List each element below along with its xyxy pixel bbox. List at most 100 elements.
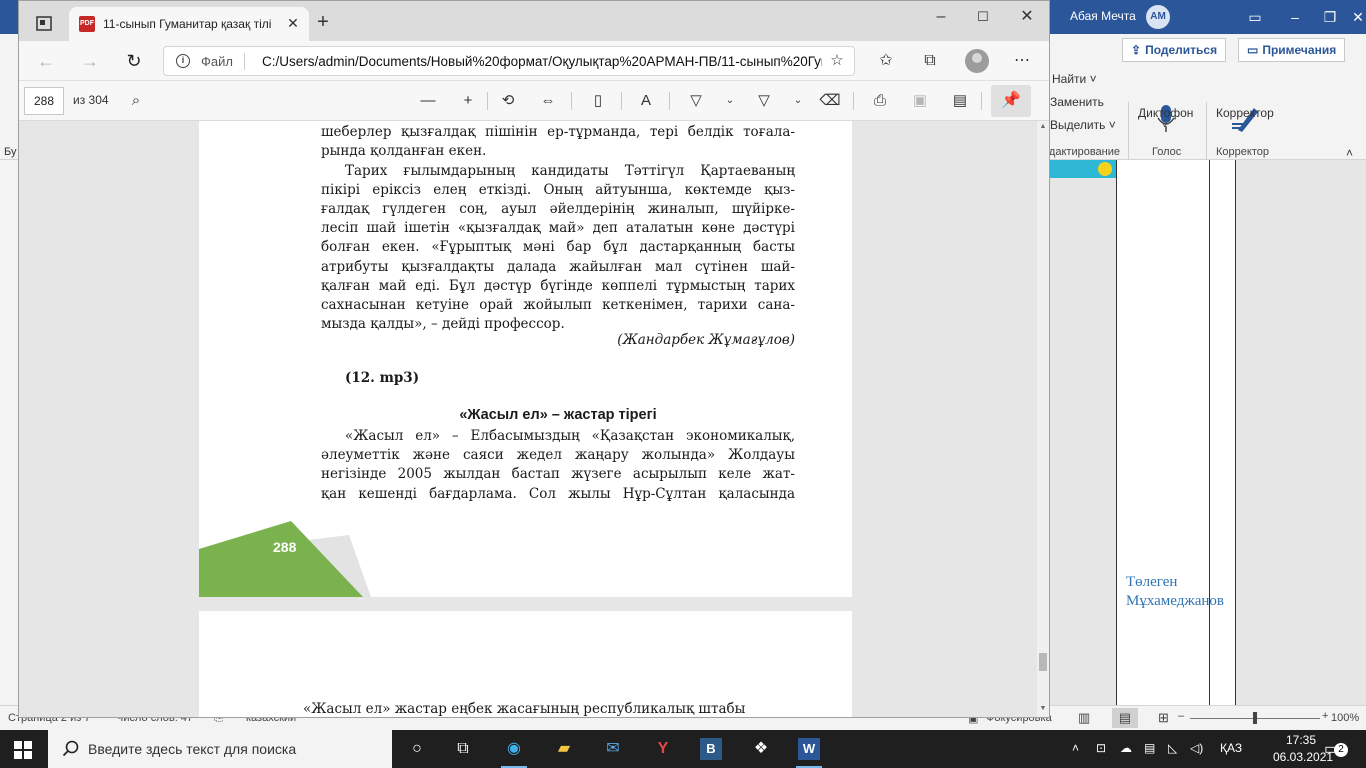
find-button[interactable]: Найти ˅ (1052, 72, 1097, 86)
edge-window: PDF 11-сынып Гуманитар қазақ тілі ✕ + – … (18, 0, 1050, 718)
read-aloud-icon[interactable]: A (635, 90, 657, 112)
text-line: «Жасыл ел» – Елбасымыздың «Қазақстан эко… (345, 428, 795, 444)
save-icon[interactable]: ▣ (909, 90, 931, 112)
read-mode-icon[interactable]: ▥ (1078, 710, 1090, 726)
profile-avatar[interactable] (965, 49, 989, 73)
select-button[interactable]: Выделить ˅ (1050, 118, 1116, 132)
zoom-in-icon[interactable]: + (1322, 710, 1328, 722)
word-ribbon-display-icon[interactable]: ▭ (1245, 7, 1265, 27)
file-explorer-icon[interactable]: ▰ (547, 734, 581, 764)
text-line: пікірі еріксіз елең еткізді. Оның айтуын… (321, 181, 795, 198)
app-b-icon[interactable]: B (694, 734, 728, 764)
windows-start-icon[interactable] (14, 741, 32, 759)
clock-date[interactable]: 06.03.2021 (1273, 750, 1333, 764)
onedrive-icon[interactable]: ☁ (1120, 741, 1132, 755)
pdf-viewer[interactable]: шеберлер қызғалдақ пішінін ер-тұрманда, … (19, 121, 1049, 717)
close-tab-icon[interactable]: ✕ (285, 15, 301, 31)
tray-app-icon[interactable]: ▤ (1144, 741, 1155, 755)
toolbar-separator (853, 92, 854, 110)
print-icon[interactable]: ⎙ (869, 90, 891, 112)
network-icon[interactable]: ◺ (1168, 741, 1177, 755)
highlight-icon[interactable]: ▽ (753, 90, 775, 112)
mail-icon[interactable]: ✉ (596, 734, 630, 764)
share-icon: ⇪ (1131, 43, 1142, 57)
new-tab-icon[interactable]: + (313, 12, 333, 33)
refresh-icon[interactable]: ↻ (123, 50, 145, 72)
word-minimize-icon[interactable]: – (1285, 7, 1305, 27)
pin-toolbar-icon[interactable]: 📌 (991, 85, 1031, 117)
print-layout-icon[interactable]: ▤ (1112, 708, 1138, 728)
replace-button[interactable]: Заменить (1050, 95, 1104, 109)
info-icon[interactable]: i (176, 54, 190, 68)
save-as-icon[interactable]: ▤ (949, 90, 971, 112)
favorites-icon[interactable]: ✩ (875, 50, 897, 72)
tab-bar: PDF 11-сынып Гуманитар қазақ тілі ✕ + – … (19, 1, 1049, 41)
minimize-icon[interactable]: – (929, 7, 953, 29)
add-favorite-icon[interactable]: ☆ (828, 52, 846, 70)
maximize-icon[interactable]: ☐ (971, 7, 995, 29)
taskbar-search[interactable]: Введите здесь текст для поиска (48, 730, 392, 768)
dropbox-icon[interactable]: ❖ (744, 734, 778, 764)
comment-icon: ▭ (1247, 43, 1259, 57)
zoom-slider-thumb[interactable] (1253, 712, 1257, 724)
web-layout-icon[interactable]: ⊞ (1158, 710, 1169, 726)
word-restore-icon[interactable]: ❐ (1320, 7, 1340, 27)
tray-chevron-up-icon[interactable]: ˄ (1072, 741, 1079, 755)
group-editor-label: Корректор (1216, 146, 1269, 158)
toolbar-separator (487, 92, 488, 110)
vertical-scrollbar[interactable]: ▲ ▼ (1037, 121, 1049, 717)
word-app-icon[interactable]: W (792, 734, 826, 768)
zoom-out-icon[interactable]: — (417, 90, 439, 112)
search-icon[interactable]: ⌕ (125, 90, 147, 112)
text-line: рында қолданған екен. (321, 143, 487, 160)
tray-security-icon[interactable]: ⊡ (1096, 741, 1106, 755)
scroll-down-icon[interactable]: ▼ (1037, 705, 1049, 712)
page-view-icon[interactable]: ▯ (587, 90, 609, 112)
edge-app-icon[interactable]: ◉ (497, 734, 531, 768)
notifications-button[interactable]: ▭ 2 (1322, 739, 1348, 759)
back-icon[interactable]: ← (35, 50, 57, 72)
dictate-dropdown-icon[interactable]: ˅ (1162, 120, 1167, 130)
word-close-icon[interactable]: ✕ (1348, 7, 1366, 27)
dictate-label[interactable]: Диктофон (1138, 106, 1193, 120)
collections-icon[interactable]: ⧉ (919, 50, 941, 72)
clock-time[interactable]: 17:35 (1281, 733, 1321, 747)
word-avatar[interactable]: АМ (1146, 5, 1170, 29)
tab-pdf[interactable]: PDF 11-сынып Гуманитар қазақ тілі ✕ (69, 7, 309, 41)
notification-count: 2 (1334, 743, 1348, 757)
yandex-icon[interactable]: Y (646, 734, 680, 764)
url-field[interactable]: i Файл C:/Users/admin/Documents/Новый%20… (163, 46, 855, 76)
comments-button[interactable]: ▭ Примечания (1238, 38, 1346, 62)
paragraph-1: шеберлер қызғалдақ пішінін ер-тұрманда, … (321, 123, 795, 161)
task-view-icon[interactable]: ⧉ (446, 734, 480, 764)
fit-width-icon[interactable]: ⇔ (537, 90, 559, 112)
url-text[interactable]: C:/Users/admin/Documents/Новый%20формат/… (262, 54, 822, 69)
page-number-input[interactable]: 288 (24, 87, 64, 115)
forward-icon[interactable]: → (79, 50, 101, 72)
rotate-icon[interactable]: ⟲ (497, 90, 519, 112)
scrollbar-thumb[interactable] (1039, 653, 1047, 671)
tab-title: 11-сынып Гуманитар қазақ тілі (103, 17, 272, 31)
cortana-icon[interactable]: ○ (400, 734, 434, 764)
scroll-up-icon[interactable]: ▲ (1037, 123, 1049, 130)
word-table-cell[interactable] (1116, 160, 1210, 705)
volume-icon[interactable]: ◁) (1190, 741, 1203, 755)
share-button[interactable]: ⇪ Поделиться (1122, 38, 1227, 62)
language-indicator[interactable]: ҚАЗ (1220, 741, 1242, 755)
toolbar-separator (981, 92, 982, 110)
comments-label: Примечания (1262, 43, 1337, 57)
zoom-level[interactable]: 100% (1331, 712, 1359, 724)
eraser-icon[interactable]: ⌫ (819, 90, 841, 112)
word-table-cell[interactable] (1210, 160, 1236, 705)
tab-actions-icon[interactable] (29, 11, 57, 35)
highlight-options-chevron-down-icon[interactable]: ⌄ (787, 90, 809, 112)
draw-icon[interactable]: ▽ (685, 90, 707, 112)
page-corner-decoration (199, 521, 371, 597)
zoom-out-icon[interactable]: – (1178, 710, 1184, 722)
draw-options-chevron-down-icon[interactable]: ⌄ (719, 90, 741, 112)
editor-label[interactable]: Корректор (1216, 106, 1274, 120)
zoom-in-icon[interactable]: + (457, 90, 479, 112)
more-icon[interactable]: ⋯ (1011, 50, 1033, 72)
close-window-icon[interactable]: ✕ (1015, 7, 1039, 29)
collapse-ribbon-icon[interactable]: ˄ (1346, 146, 1353, 160)
